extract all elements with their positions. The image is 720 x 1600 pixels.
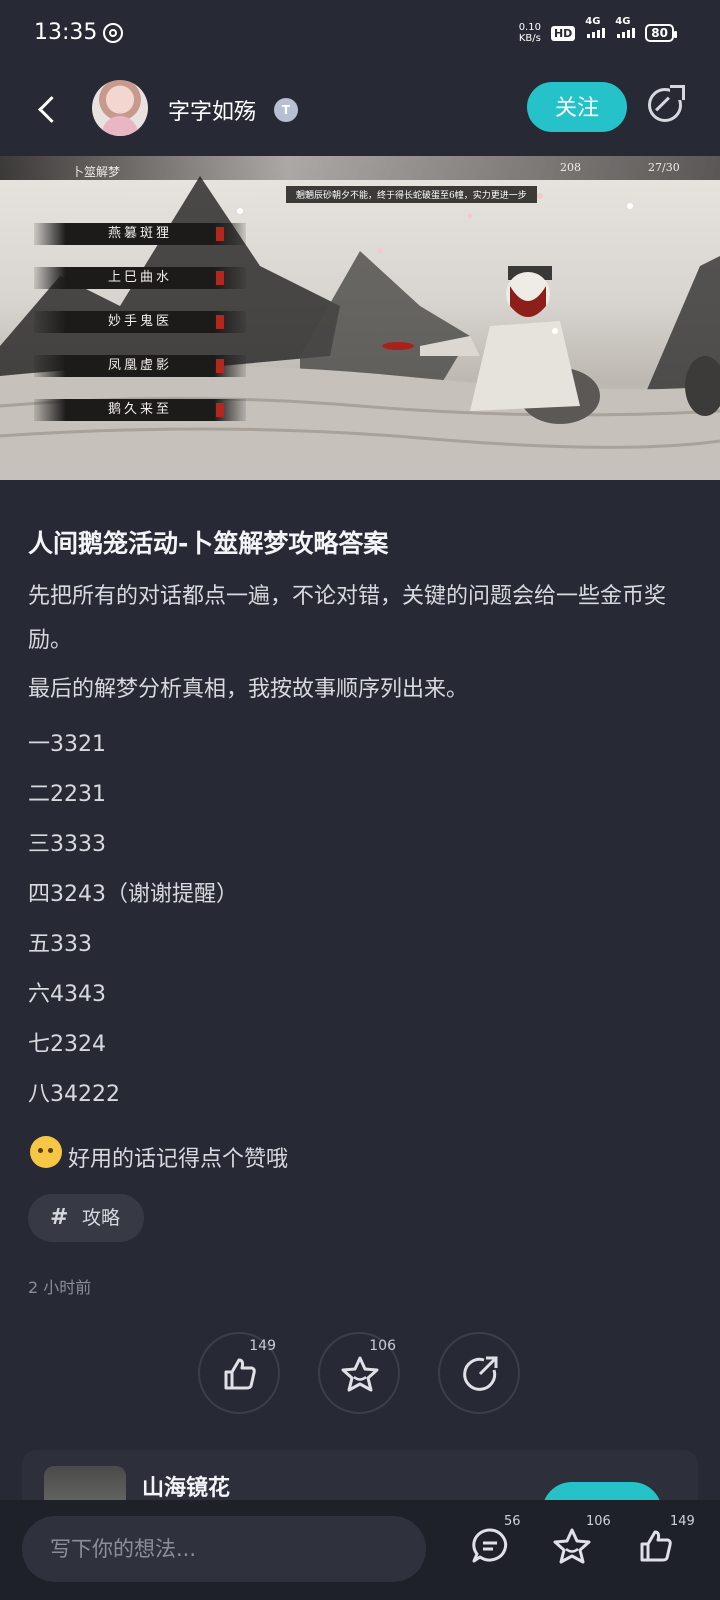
answer-line: 五333 xyxy=(28,932,92,957)
thumbs-up-icon xyxy=(224,1358,256,1390)
like-button[interactable]: 149 xyxy=(198,1332,280,1414)
bottom-favorite-count: 106 xyxy=(586,1514,611,1529)
comment-count: 56 xyxy=(504,1514,521,1529)
related-game-name[interactable]: 山海镜花 xyxy=(142,1470,230,1502)
bottom-favorite-button[interactable]: 106 xyxy=(552,1514,611,1566)
game-option: 鹅久来至 xyxy=(34,399,246,421)
game-option: 凤凰虚影 xyxy=(34,355,246,377)
answer-line: 三3333 xyxy=(28,832,106,857)
author-name[interactable]: 字字如殇 xyxy=(168,94,256,126)
hash-icon: # xyxy=(50,1205,69,1230)
topic-tag[interactable]: # 攻略 xyxy=(28,1194,144,1242)
back-button[interactable] xyxy=(34,90,64,130)
answer-line: 二2231 xyxy=(28,782,106,807)
post-time: 2 小时前 xyxy=(28,1278,92,1297)
favorite-button[interactable]: 106 xyxy=(318,1332,400,1414)
post-paragraph: 先把所有的对话都点一遍，不论对错，关键的问题会给一些金币奖励。 xyxy=(28,584,667,653)
share-button[interactable] xyxy=(438,1332,520,1414)
author-avatar[interactable] xyxy=(92,80,148,136)
post-image[interactable]: 卜筮解梦 208 27/30 魍魉辰砂朝夕不能，终于得长蛇破蛋至6幢，实力更进一… xyxy=(0,156,720,480)
status-icons: 0.10 KB/s HD 4G 4G 80 xyxy=(518,16,677,44)
vpn-icon xyxy=(103,23,123,43)
answer-line: 八34222 xyxy=(28,1082,120,1107)
post-header: 字字如殇 T 关注 xyxy=(0,68,720,158)
answer-line: 七2324 xyxy=(28,1032,106,1057)
signal-icon-sim1: 4G xyxy=(585,16,606,38)
like-count: 149 xyxy=(249,1338,276,1354)
star-icon xyxy=(341,1356,379,1392)
status-time: 13:35 xyxy=(34,20,98,45)
game-screen-title: 卜筮解梦 xyxy=(72,165,121,179)
game-option: 妙手鬼医 xyxy=(34,311,246,333)
game-notice: 魍魉辰砂朝夕不能，终于得长蛇破蛋至6幢，实力更进一步 xyxy=(286,186,537,203)
game-option: 上巳曲水 xyxy=(34,267,246,289)
bottom-action-bar: 写下你的想法... 56 106 149 xyxy=(0,1500,720,1600)
net-speed: 0.10 KB/s xyxy=(518,22,541,44)
game-resource-1: 208 xyxy=(560,161,581,174)
comment-input[interactable]: 写下你的想法... xyxy=(22,1516,426,1582)
post-closing: 好用的话记得点个赞哦 xyxy=(68,1147,289,1172)
smile-emoji-icon xyxy=(30,1136,62,1168)
share-icon xyxy=(463,1356,498,1391)
bottom-like-count: 149 xyxy=(670,1514,695,1529)
status-bar: 13:35 0.10 KB/s HD 4G 4G 80 xyxy=(0,0,720,68)
battery-icon: 80 xyxy=(645,24,677,42)
answer-line: 六4343 xyxy=(28,982,106,1007)
post-paragraph: 最后的解梦分析真相，我按故事顺序列出来。 xyxy=(28,677,469,702)
game-option: 燕篡斑狸 xyxy=(34,223,246,245)
favorite-count: 106 xyxy=(369,1338,396,1354)
comment-icon xyxy=(472,1528,508,1563)
comment-button[interactable]: 56 xyxy=(470,1514,521,1566)
game-resource-2: 27/30 xyxy=(648,161,680,174)
post-title: 人间鹅笼活动-卜筮解梦攻略答案 xyxy=(28,529,389,558)
bottom-like-button[interactable]: 149 xyxy=(636,1514,695,1566)
hd-icon: HD xyxy=(550,25,576,41)
thumbs-up-icon xyxy=(640,1530,672,1562)
answer-line: 一3321 xyxy=(28,732,106,757)
star-icon xyxy=(553,1528,591,1564)
share-icon[interactable] xyxy=(648,85,685,122)
answer-line: 四3243（谢谢提醒） xyxy=(28,882,238,907)
follow-button[interactable]: 关注 xyxy=(527,82,627,132)
signal-icon-sim2: 4G xyxy=(615,16,636,38)
author-badge-icon: T xyxy=(274,98,298,122)
